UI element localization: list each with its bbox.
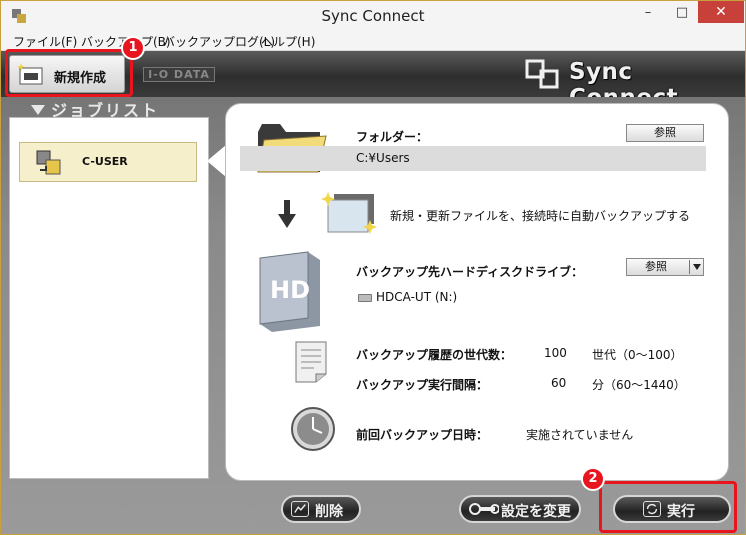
arrow-down-icon (278, 200, 296, 228)
panel-pointer (207, 145, 226, 177)
job-detail-panel: フォルダー： 参照 C:¥Users 新規・更新ファイルを、接続時に自動バックア… (225, 103, 729, 481)
folder-label: フォルダー： (356, 130, 429, 144)
chevron-down-icon (693, 264, 701, 270)
change-settings-button[interactable]: 設定を変更 (459, 495, 581, 523)
hard-disk-icon: HD (259, 251, 320, 332)
joblist-heading: ジョブリスト (31, 97, 159, 120)
main-area: ジョブリスト C-USER フォルダー： 参照 C:¥Users 新規・更新ファ… (1, 97, 745, 534)
generations-label: バックアップ履歴の世代数： (356, 348, 513, 362)
change-settings-label: 設定を変更 (501, 504, 571, 520)
dropdown-separator (689, 260, 690, 274)
folder-path-text: C:¥Users (356, 151, 410, 165)
maximize-button[interactable]: □ (665, 1, 699, 23)
interval-unit: 分（60～1440） (592, 378, 686, 392)
sync-description: 新規・更新ファイルを、接続時に自動バックアップする (390, 209, 691, 223)
delete-label: 削除 (315, 504, 343, 520)
iodata-logo: I-O DATA (143, 67, 215, 82)
interval-label: バックアップ実行間隔： (356, 378, 489, 392)
collapse-triangle-icon (31, 105, 45, 115)
document-icon (295, 341, 327, 383)
menu-file[interactable]: ファイル(F) (13, 33, 77, 50)
minimize-button[interactable]: – (631, 1, 665, 23)
drive-browse-dropdown[interactable]: 参照 (626, 258, 704, 276)
menu-backup-log[interactable]: バックアップログ(L) (163, 33, 275, 50)
delete-button[interactable]: 削除 (281, 495, 361, 523)
drive-name: HDCA-UT (N:) (376, 290, 458, 304)
job-item[interactable]: C-USER (19, 142, 197, 182)
drive-icon (358, 294, 372, 302)
drive-browse-label: 参照 (645, 260, 667, 273)
sync-job-icon (36, 150, 61, 175)
job-list-panel: C-USER (9, 117, 209, 479)
step-badge-2: 2 (581, 467, 605, 491)
menu-bar: ファイル(F) バックアップ(B) バックアップログ(L) ヘルプ(H) (1, 31, 745, 51)
last-backup-value: 実施されていません (526, 428, 634, 442)
sync-logo-icon (525, 59, 559, 89)
generations-unit: 世代（0～100） (592, 348, 683, 362)
last-backup-label: 前回バックアップ日時： (356, 428, 489, 442)
svg-text:HD: HD (270, 276, 310, 304)
sync-connect-logo: Sync Connect (525, 57, 737, 111)
job-item-label: C-USER (82, 155, 128, 168)
generations-value[interactable]: 100 (544, 346, 567, 360)
backup-drive-label: バックアップ先ハードディスクドライブ： (356, 265, 584, 279)
clock-icon (291, 407, 335, 451)
folder-path-field[interactable]: C:¥Users (240, 146, 706, 171)
highlight-new-job (5, 49, 133, 97)
new-file-sync-icon (321, 192, 377, 234)
title-bar: Sync Connect – □ ✕ (1, 1, 745, 31)
app-window: Sync Connect – □ ✕ ファイル(F) バックアップ(B) バック… (0, 0, 746, 535)
folder-browse-button[interactable]: 参照 (626, 124, 704, 142)
menu-help[interactable]: ヘルプ(H) (261, 33, 315, 50)
highlight-run (599, 481, 737, 533)
close-button[interactable]: ✕ (698, 1, 744, 23)
chart-delete-icon (291, 501, 309, 517)
interval-value[interactable]: 60 (551, 376, 566, 390)
wrench-icon (469, 503, 499, 515)
step-badge-1: 1 (121, 36, 145, 60)
